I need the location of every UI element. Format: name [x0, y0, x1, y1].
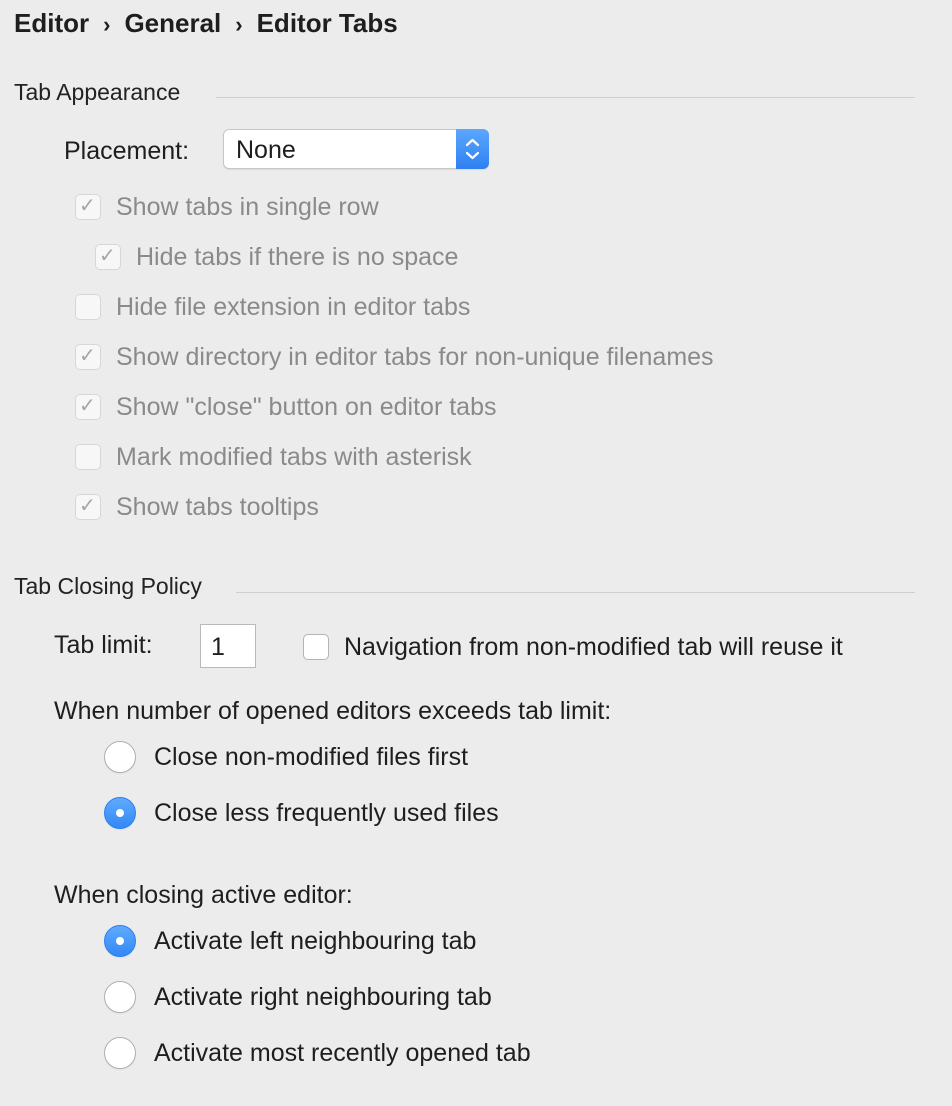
radio-label-activate-recent: Activate most recently opened tab [154, 1039, 531, 1067]
checkbox-single-row[interactable]: ✓ [75, 194, 101, 220]
section-divider [236, 592, 915, 593]
radio-activate-recent[interactable] [104, 1037, 136, 1069]
radio-dot-icon [116, 937, 124, 945]
checkbox-hide-extension[interactable] [75, 294, 101, 320]
checkbox-tooltips[interactable]: ✓ [75, 494, 101, 520]
check-icon: ✓ [79, 195, 96, 217]
radio-label-activate-left: Activate left neighbouring tab [154, 927, 477, 955]
section-divider [216, 97, 915, 98]
radio-dot-icon [116, 809, 124, 817]
tab-limit-input[interactable]: 1 [200, 624, 256, 668]
section-title-tab-closing-policy: Tab Closing Policy [14, 573, 202, 599]
checkbox-label-reuse-tab: Navigation from non-modified tab will re… [344, 633, 843, 661]
radio-activate-left[interactable] [104, 925, 136, 957]
radio-close-non-modified[interactable] [104, 741, 136, 773]
breadcrumb-general: General [124, 8, 222, 38]
radio-close-less-frequent[interactable] [104, 797, 136, 829]
checkbox-label-hide-extension: Hide file extension in editor tabs [116, 293, 471, 321]
checkbox-close-button[interactable]: ✓ [75, 394, 101, 420]
radio-activate-right[interactable] [104, 981, 136, 1013]
check-icon: ✓ [99, 245, 116, 267]
breadcrumb-editor: Editor [14, 8, 90, 38]
checkbox-hide-no-space[interactable]: ✓ [95, 244, 121, 270]
exceeds-limit-label: When number of opened editors exceeds ta… [54, 697, 612, 725]
section-title-tab-appearance: Tab Appearance [14, 79, 181, 105]
radio-label-close-less-frequent: Close less frequently used files [154, 799, 499, 827]
check-icon: ✓ [79, 345, 96, 367]
radio-label-close-non-modified: Close non-modified files first [154, 743, 469, 771]
checkbox-mark-modified[interactable] [75, 444, 101, 470]
chevron-up-down-icon[interactable] [456, 129, 489, 169]
breadcrumb: Editor › General › Editor Tabs [14, 8, 398, 39]
checkbox-label-single-row: Show tabs in single row [116, 193, 379, 221]
checkbox-label-hide-no-space: Hide tabs if there is no space [136, 243, 459, 271]
check-icon: ✓ [79, 395, 96, 417]
closing-active-label: When closing active editor: [54, 881, 353, 909]
breadcrumb-separator-icon: › [235, 11, 243, 37]
checkbox-label-show-directory: Show directory in editor tabs for non-un… [116, 343, 714, 371]
breadcrumb-separator-icon: › [103, 11, 111, 37]
checkbox-show-directory[interactable]: ✓ [75, 344, 101, 370]
placement-select[interactable]: None [223, 129, 489, 169]
placement-select-value: None [236, 136, 296, 164]
tab-limit-label: Tab limit: [54, 631, 153, 659]
placement-label: Placement: [64, 137, 190, 165]
radio-label-activate-right: Activate right neighbouring tab [154, 983, 492, 1011]
checkbox-label-tooltips: Show tabs tooltips [116, 493, 319, 521]
checkbox-label-mark-modified: Mark modified tabs with asterisk [116, 443, 472, 471]
checkbox-reuse-tab[interactable] [303, 634, 329, 660]
breadcrumb-editor-tabs: Editor Tabs [256, 8, 398, 38]
tab-limit-value: 1 [211, 633, 225, 661]
checkbox-label-close-button: Show "close" button on editor tabs [116, 393, 497, 421]
check-icon: ✓ [79, 495, 96, 517]
